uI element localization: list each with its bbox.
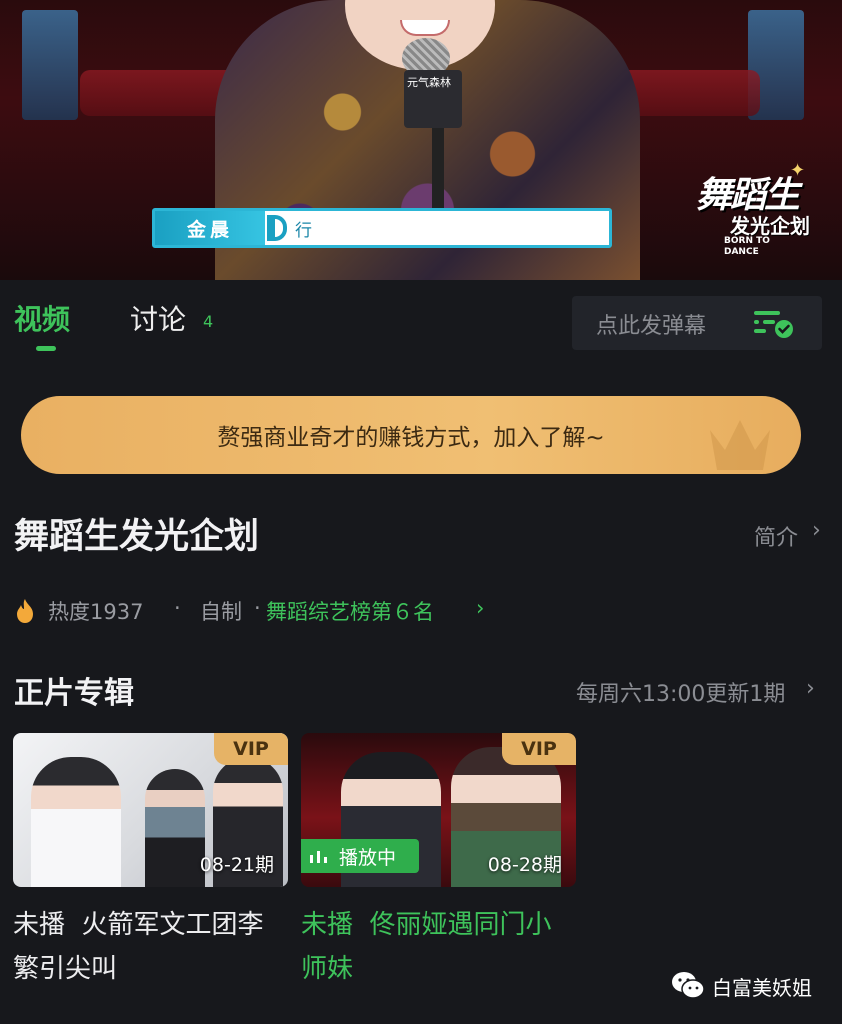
show-logo: 舞蹈生 ✦ 发光企划 BORN TO DANCE	[690, 160, 830, 270]
stage-light	[22, 10, 78, 120]
schedule-link[interactable]: 每周六13:00更新1期	[576, 676, 785, 708]
performer-name: 金晨	[155, 211, 265, 245]
tab-bar: 视频 讨论 4 点此发弹幕	[0, 280, 842, 360]
logo-star-icon: ✦	[790, 160, 806, 181]
tab-discussion[interactable]: 讨论	[130, 298, 186, 338]
discussion-count: 4	[203, 312, 214, 331]
episode-thumbnail[interactable]: VIP 播放中 08-28期	[301, 733, 576, 887]
equalizer-icon	[310, 851, 327, 863]
active-tab-indicator	[36, 346, 56, 351]
episode-title: 未播 佟丽娅遇同门小 师妹	[301, 903, 576, 991]
promo-text: 赘强商业奇才的赚钱方式，加入了解~	[217, 425, 605, 451]
wechat-icon	[672, 972, 705, 999]
chevron-right-icon[interactable]: ›	[476, 596, 484, 620]
episode-thumbnail[interactable]: VIP 08-21期	[13, 733, 288, 887]
danmaku-bar[interactable]: 点此发弹幕	[572, 296, 822, 350]
banner-caption: 行	[295, 220, 312, 241]
episode-date: 08-21期	[199, 854, 274, 876]
promo-banner[interactable]: 赘强商业奇才的赚钱方式，加入了解~	[21, 396, 801, 474]
watermark: 白富美妖姐	[670, 966, 840, 1006]
app-page: 元气森林 金晨 行 舞蹈生 ✦ 发光企划 BORN TO DANCE 视频 讨论…	[0, 0, 842, 1024]
watermark-text: 白富美妖姐	[712, 976, 812, 1000]
episode-title: 未播 火箭军文工团李 繁引尖叫	[13, 903, 288, 991]
dancer-figure	[145, 769, 205, 887]
episode-date: 08-28期	[487, 854, 562, 876]
danmaku-toggle-icon[interactable]	[752, 306, 796, 340]
episode-title-line: 师妹	[301, 954, 354, 984]
episode-card[interactable]: VIP 播放中 08-28期 未播 佟丽娅遇同门小 师妹	[301, 733, 576, 991]
now-playing-badge: 播放中	[301, 839, 419, 873]
intro-link[interactable]: 简介	[754, 520, 798, 552]
meta-separator: ·	[174, 596, 181, 620]
episode-title-line: 未播 佟丽娅遇同门小	[301, 910, 552, 940]
meta-separator: ·	[254, 596, 261, 620]
name-banner: 金晨 行	[152, 208, 612, 248]
microphone-body: 元气森林	[404, 70, 462, 128]
chevron-right-icon[interactable]: ›	[812, 518, 821, 543]
logo-english: BORN TO DANCE	[724, 236, 770, 257]
rank-link[interactable]: 舞蹈综艺榜第６名	[266, 596, 434, 626]
chevron-right-icon[interactable]: ›	[806, 676, 815, 701]
episode-title-line: 未播 火箭军文工团李	[13, 910, 264, 940]
episode-title-line: 繁引尖叫	[13, 954, 118, 984]
logo-subtitle: 发光企划	[730, 214, 810, 238]
heat-label: 热度1937	[48, 600, 144, 624]
microphone-logo-text: 元气森林	[407, 76, 451, 89]
episode-card[interactable]: VIP 08-21期 未播 火箭军文工团李 繁引尖叫	[13, 733, 288, 991]
section-title: 正片专辑	[14, 676, 134, 711]
dancer-figure	[31, 757, 121, 887]
tab-video[interactable]: 视频	[14, 298, 70, 338]
show-mark-icon	[267, 215, 287, 241]
type-label: 自制	[200, 600, 242, 624]
vip-badge: VIP	[502, 733, 576, 765]
microphone-handle	[432, 128, 444, 208]
video-player[interactable]: 元气森林 金晨 行 舞蹈生 ✦ 发光企划 BORN TO DANCE	[0, 0, 842, 280]
flame-icon	[17, 599, 33, 623]
danmaku-input[interactable]: 点此发弹幕	[596, 308, 706, 340]
now-playing-label: 播放中	[339, 846, 397, 869]
show-meta: 热度1937 · 自制 · 舞蹈综艺榜第６名 ›	[14, 592, 514, 626]
vip-badge: VIP	[214, 733, 288, 765]
crown-icon	[710, 420, 770, 470]
show-title: 舞蹈生发光企划	[14, 517, 260, 557]
